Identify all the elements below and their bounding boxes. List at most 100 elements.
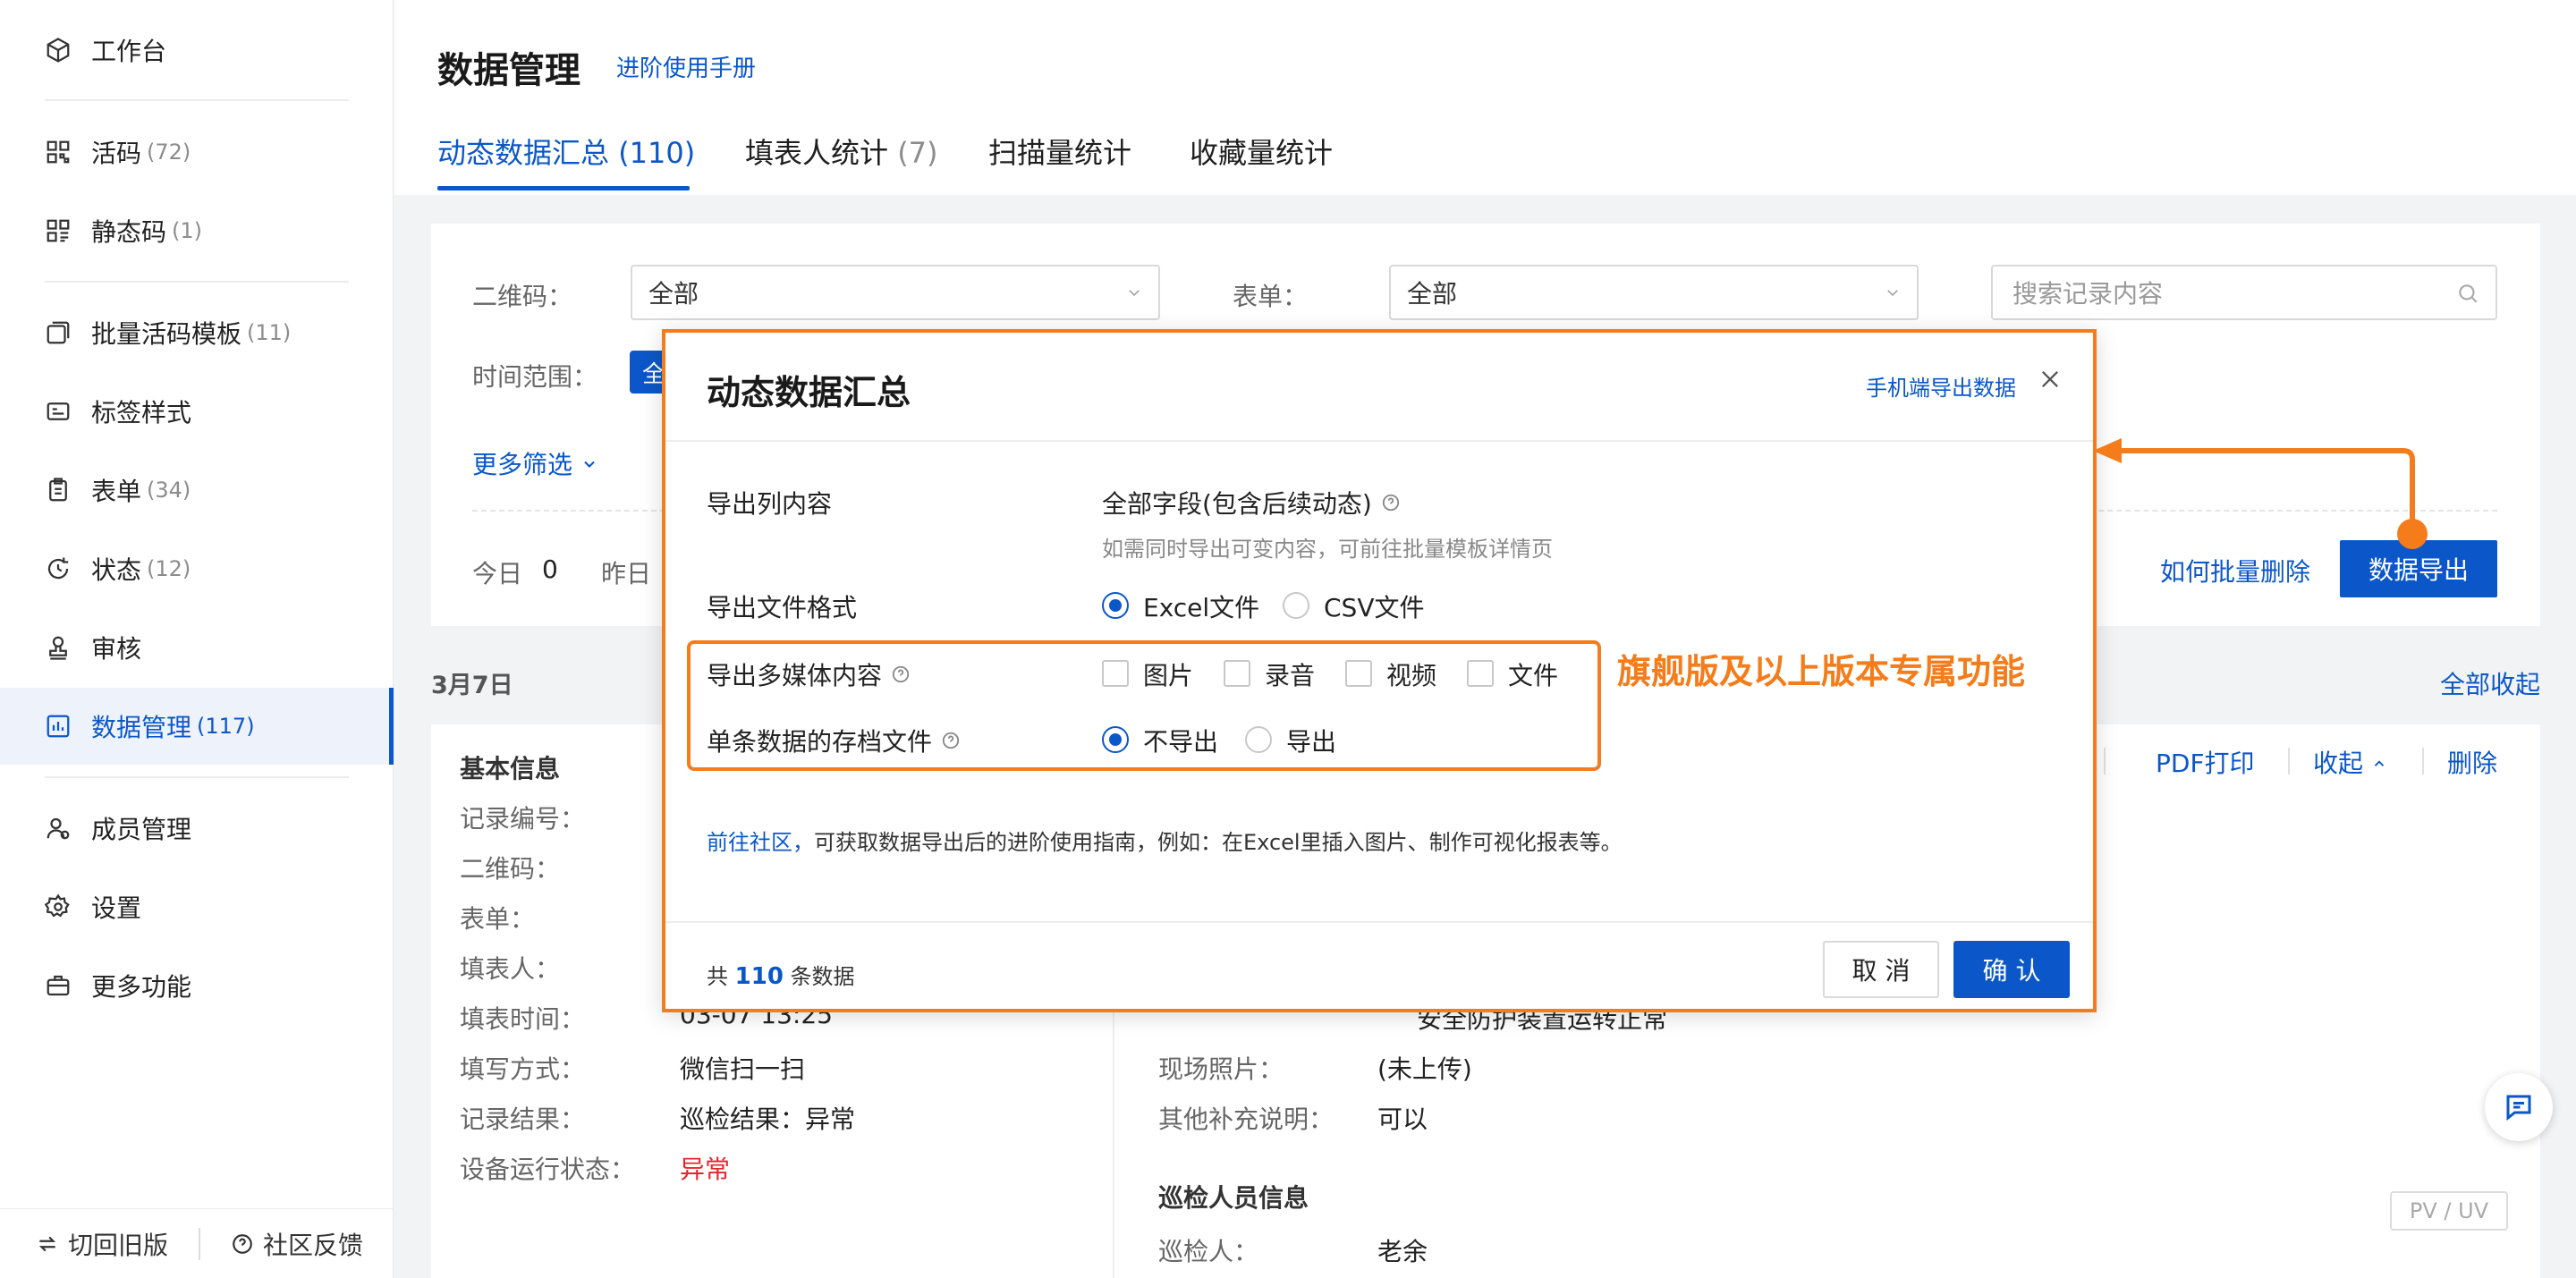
sidebar-item-count: (117): [197, 714, 255, 739]
toolbox-icon: [45, 972, 72, 999]
collapse-record-link[interactable]: 收起: [2313, 744, 2387, 780]
tab-count: (110): [618, 136, 696, 170]
close-icon[interactable]: [2038, 367, 2063, 392]
export-media-text: 导出多媒体内容: [707, 661, 883, 690]
sidebar-item-static-code[interactable]: 静态码 (1): [0, 192, 394, 269]
media-file-label[interactable]: 文件: [1508, 656, 1558, 692]
media-video-checkbox[interactable]: [1345, 660, 1372, 687]
total-records: 共 110 条数据: [707, 959, 855, 990]
sidebar-item-label-style[interactable]: 标签样式: [0, 373, 394, 450]
chevron-down-icon: [1129, 290, 1140, 297]
sidebar-item-label: 活码: [91, 139, 142, 168]
delete-record-link[interactable]: 删除: [2447, 744, 2497, 780]
pv-uv-badge[interactable]: PV / UV: [2390, 1191, 2508, 1231]
template-stack-icon: [45, 319, 72, 346]
sidebar-item-workbench[interactable]: 工作台: [0, 12, 394, 89]
archive-export-label[interactable]: 导出: [1286, 723, 1336, 758]
export-columns-value: 全部字段(包含后续动态): [1102, 485, 1401, 521]
active-tab-indicator: [437, 186, 690, 190]
archive-none-label[interactable]: 不导出: [1143, 723, 1218, 758]
switch-old-version-button[interactable]: 切回旧版: [36, 1226, 168, 1262]
tab-favorite-stats[interactable]: 收藏量统计: [1190, 131, 1333, 172]
sidebar-divider: [45, 281, 349, 283]
media-video-label[interactable]: 视频: [1386, 656, 1436, 692]
export-columns-label: 导出列内容: [707, 489, 833, 519]
total-prefix: 共: [707, 964, 728, 989]
format-excel-radio[interactable]: [1102, 592, 1129, 619]
inspector-info-title: 巡检人员信息: [1158, 1183, 1309, 1213]
archive-export-radio[interactable]: [1245, 726, 1272, 753]
field-device-status-value: 异常: [680, 1155, 731, 1184]
field-fill-time-key: 填表时间：: [460, 1004, 586, 1034]
more-filters-label: 更多筛选: [472, 450, 573, 479]
annotation-dot: [2397, 519, 2428, 549]
media-file-checkbox[interactable]: [1467, 660, 1494, 687]
archive-none-radio[interactable]: [1102, 726, 1129, 753]
sidebar-item-count: (34): [147, 478, 191, 503]
export-dialog: 动态数据汇总 手机端导出数据 导出列内容 全部字段(包含后续动态) 如需同时导出…: [662, 329, 2097, 1012]
tab-scan-stats[interactable]: 扫描量统计: [988, 131, 1131, 172]
export-format-label: 导出文件格式: [707, 593, 858, 622]
qrcode-filter-select[interactable]: 全部: [631, 265, 1160, 320]
help-circle-icon[interactable]: [941, 731, 961, 750]
media-image-label[interactable]: 图片: [1143, 656, 1193, 692]
tab-dynamic-summary[interactable]: 动态数据汇总 (110): [437, 131, 695, 172]
sidebar-item-settings[interactable]: 设置: [0, 868, 394, 945]
format-csv-label[interactable]: CSV文件: [1324, 588, 1424, 624]
sidebar-item-members[interactable]: 成员管理: [0, 790, 394, 867]
dialog-title: 动态数据汇总: [707, 373, 911, 412]
sidebar-item-status[interactable]: 状态 (12): [0, 530, 394, 607]
form-filter-select[interactable]: 全部: [1389, 265, 1919, 320]
collapse-all-link[interactable]: 全部收起: [2440, 665, 2540, 701]
field-device-status-key: 设备运行状态：: [460, 1155, 636, 1184]
sidebar-item-label: 更多功能: [91, 972, 192, 1002]
community-feedback-label: 社区反馈: [263, 1230, 364, 1260]
media-audio-label[interactable]: 录音: [1265, 656, 1315, 692]
confirm-button[interactable]: 确 认: [1953, 941, 2070, 998]
cancel-button[interactable]: 取 消: [1823, 941, 1939, 998]
advanced-manual-link[interactable]: 进阶使用手册: [616, 50, 756, 83]
sidebar-item-count: (72): [147, 140, 191, 165]
record-search-input[interactable]: 搜索记录内容: [1991, 265, 2497, 320]
chevron-up-icon: [2374, 760, 2385, 766]
archive-file-label: 单条数据的存档文件: [707, 723, 961, 758]
chevron-down-icon: [1887, 290, 1898, 297]
media-image-checkbox[interactable]: [1102, 660, 1129, 687]
form-filter-label: 表单：: [1233, 282, 1309, 311]
sidebar-item-data-management[interactable]: 数据管理 (117): [0, 688, 394, 765]
sidebar-item-more[interactable]: 更多功能: [0, 947, 394, 1024]
total-count: 110: [734, 963, 784, 990]
help-circle-icon[interactable]: [1381, 493, 1401, 512]
media-audio-checkbox[interactable]: [1224, 660, 1250, 687]
help-circle-icon[interactable]: [891, 664, 911, 684]
search-placeholder: 搜索记录内容: [2012, 279, 2164, 309]
sidebar-item-live-code[interactable]: 活码 (72): [0, 114, 394, 190]
export-columns-hint: 如需同时导出可变内容，可前往批量模板详情页: [1102, 537, 1553, 562]
community-tip-text: 可获取数据导出后的进阶使用指南，例如：在Excel里插入图片、制作可视化报表等。: [814, 830, 1623, 855]
footer-separator: [199, 1227, 200, 1260]
time-range-label: 时间范围：: [472, 362, 598, 392]
chat-support-button[interactable]: [2485, 1073, 2553, 1141]
format-excel-label[interactable]: Excel文件: [1143, 588, 1259, 624]
annotation-arrow: [2093, 438, 2415, 535]
qrcode-filter-label: 二维码：: [472, 282, 573, 311]
tab-filler-stats[interactable]: 填表人统计 (7): [745, 131, 938, 172]
clipboard-icon: [45, 477, 72, 504]
sidebar-item-form[interactable]: 表单 (34): [0, 452, 394, 529]
sidebar-divider: [45, 99, 349, 101]
sidebar-item-review[interactable]: 审核: [0, 609, 394, 686]
stamp-icon: [45, 634, 72, 661]
action-separator: [2288, 748, 2290, 774]
field-record-id-key: 记录编号：: [460, 804, 586, 834]
sidebar-item-batch-template[interactable]: 批量活码模板 (11): [0, 294, 394, 371]
community-feedback-button[interactable]: 社区反馈: [231, 1226, 363, 1262]
pdf-print-link[interactable]: PDF打印: [2156, 744, 2255, 780]
mobile-export-link[interactable]: 手机端导出数据: [1866, 370, 2016, 402]
batch-delete-help-link[interactable]: 如何批量删除: [2160, 553, 2310, 588]
go-community-link[interactable]: 前往社区，: [707, 825, 814, 856]
action-separator: [2422, 748, 2424, 774]
tab-label: 动态数据汇总: [437, 136, 610, 170]
more-filters-toggle[interactable]: 更多筛选: [472, 445, 598, 481]
total-suffix: 条数据: [790, 964, 855, 989]
format-csv-radio[interactable]: [1283, 592, 1309, 619]
